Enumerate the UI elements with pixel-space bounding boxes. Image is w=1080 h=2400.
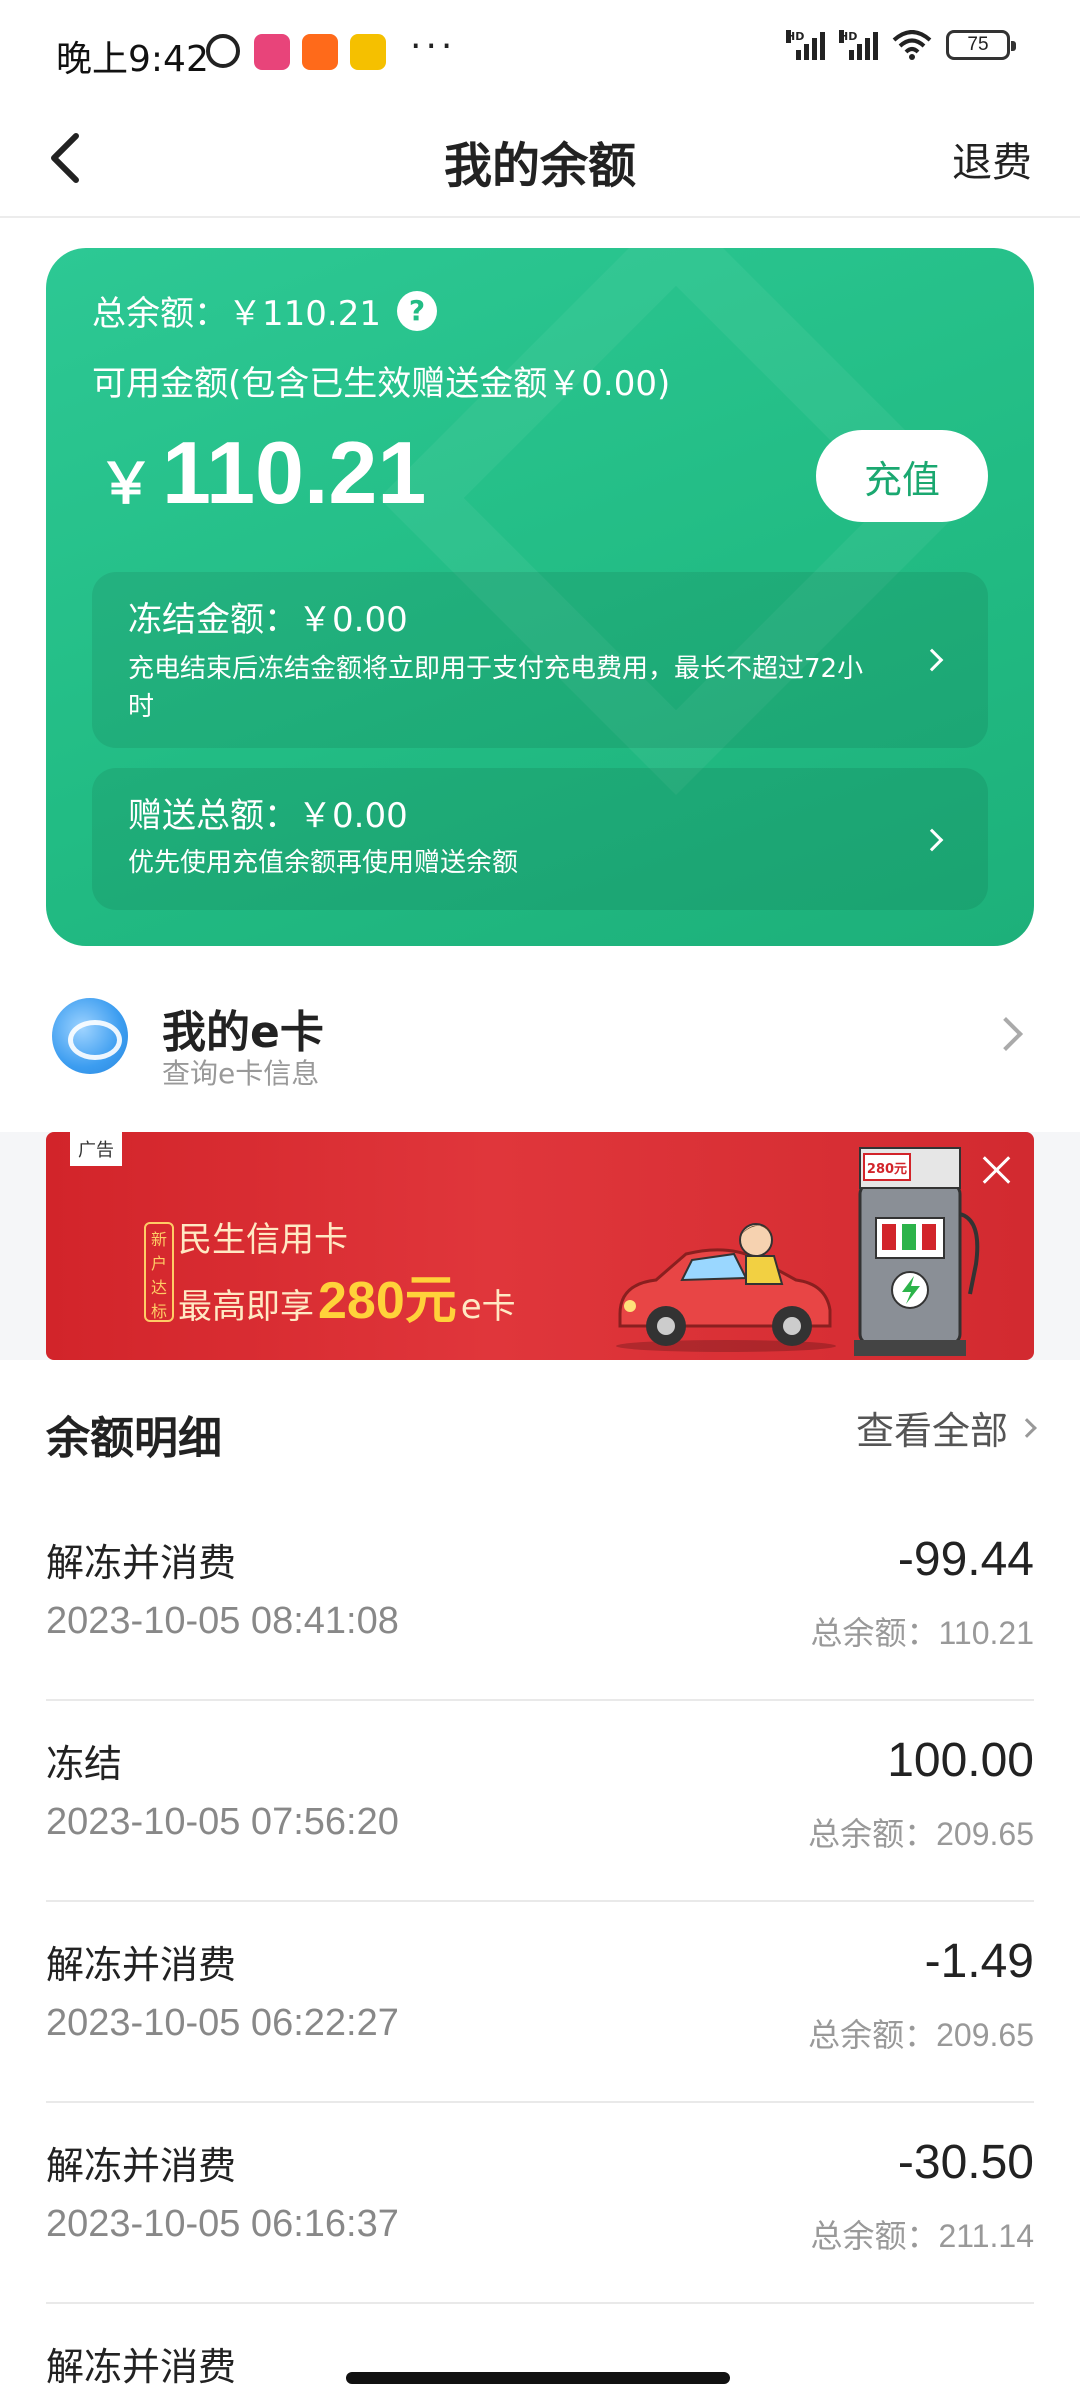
ad-line-2: 最高即享 280元 e卡 xyxy=(178,1258,516,1333)
transaction-list: 解冻并消费 2023-10-05 08:41:08 -99.44 总余额：110… xyxy=(46,1500,1034,2400)
transaction-row[interactable]: 解冻并消费 xyxy=(46,2304,1034,2400)
transaction-type: 冻结 xyxy=(46,1742,123,1786)
weibo-icon xyxy=(350,34,386,70)
ad-banner[interactable]: 广告 新户达标 民生信用卡 最高即享 280元 e卡 280元 xyxy=(46,1132,1034,1360)
app-notification-icon xyxy=(254,34,290,70)
ad-line-2-suffix: e卡 xyxy=(460,1287,516,1327)
my-ecard-row[interactable]: 我的e卡 查询e卡信息 xyxy=(0,978,1080,1130)
frozen-amount-card[interactable]: 冻结金额：￥0.00 充电结束后冻结金额将立即用于支付充电费用，最长不超过72小… xyxy=(92,572,988,748)
pump-label: 280元 xyxy=(867,1162,907,1177)
transaction-balance: 总余额：209.65 xyxy=(808,2016,1034,2054)
battery-icon: 75 xyxy=(946,30,1016,60)
mi-app-icon xyxy=(302,34,338,70)
top-nav-bar: 我的余额 退费 xyxy=(0,100,1080,218)
status-bar: 晚上9:42 ··· HD HD 75 xyxy=(0,0,1080,100)
transaction-row[interactable]: 解冻并消费 2023-10-05 06:22:27 -1.49 总余额：209.… xyxy=(46,1902,1034,2103)
transaction-amount: -30.50 xyxy=(897,2136,1034,2189)
chevron-right-icon xyxy=(989,1017,1023,1051)
ecard-subtitle: 查询e卡信息 xyxy=(162,1057,320,1090)
chevron-right-icon xyxy=(920,648,944,672)
view-all-label: 查看全部 xyxy=(855,1409,1008,1453)
car-illustration-icon xyxy=(606,1214,846,1354)
transaction-balance: 总余额：110.21 xyxy=(810,1614,1034,1652)
ad-line-2-prefix: 最高即享 xyxy=(178,1287,314,1327)
page-title: 我的余额 xyxy=(443,138,636,194)
transaction-type: 解冻并消费 xyxy=(46,1943,237,1987)
available-amount-value: 110.21 xyxy=(162,423,427,522)
transaction-time: 2023-10-05 06:22:27 xyxy=(46,2002,399,2044)
transaction-amount: -1.49 xyxy=(924,1935,1034,1988)
balance-detail-header: 余额明细 查看全部 xyxy=(0,1360,1080,1500)
gift-amount-card[interactable]: 赠送总额：￥0.00 优先使用充值余额再使用赠送余额 xyxy=(92,768,988,910)
view-all-button[interactable]: 查看全部 xyxy=(855,1400,1037,1455)
alarm-icon xyxy=(206,34,240,68)
available-amount-label: 可用金额(包含已生效赠送金额￥0.00) xyxy=(92,364,671,404)
home-indicator[interactable] xyxy=(346,2372,730,2384)
recharge-button[interactable]: 充值 xyxy=(816,430,988,522)
transaction-type: 解冻并消费 xyxy=(46,1541,237,1585)
ad-line-1: 民生信用卡 xyxy=(178,1220,348,1260)
ecard-logo-icon xyxy=(52,998,128,1074)
total-balance-label: 总余额：￥110.21 xyxy=(92,294,381,334)
status-time: 晚上9:42 xyxy=(56,39,209,80)
currency-symbol: ￥ xyxy=(98,452,154,517)
transaction-balance: 总余额：211.14 xyxy=(810,2217,1034,2255)
ad-highlight: 280元 xyxy=(318,1272,457,1330)
gift-amount-title: 赠送总额：￥0.00 xyxy=(128,796,408,836)
transaction-type: 解冻并消费 xyxy=(46,2345,237,2389)
transaction-time: 2023-10-05 06:16:37 xyxy=(46,2203,399,2245)
signal-icon: HD xyxy=(786,30,825,60)
signal-icon-2: HD xyxy=(839,30,878,60)
transaction-type: 解冻并消费 xyxy=(46,2144,237,2188)
chevron-right-icon xyxy=(1017,1417,1037,1438)
wifi-icon xyxy=(892,30,932,60)
chevron-right-icon xyxy=(920,828,944,852)
battery-level: 75 xyxy=(967,34,989,55)
transaction-row[interactable]: 解冻并消费 2023-10-05 08:41:08 -99.44 总余额：110… xyxy=(46,1500,1034,1701)
help-question-icon[interactable]: ? xyxy=(396,290,437,331)
balance-detail-title: 余额明细 xyxy=(46,1413,222,1464)
transaction-time: 2023-10-05 07:56:20 xyxy=(46,1801,399,1843)
transaction-row[interactable]: 冻结 2023-10-05 07:56:20 100.00 总余额：209.65 xyxy=(46,1701,1034,1902)
charging-pump-icon: 280元 xyxy=(836,1144,986,1360)
ad-badge: 新户达标 xyxy=(144,1222,174,1322)
total-balance-row: 总余额：￥110.21 ? xyxy=(92,286,437,335)
ecard-title: 我的e卡 xyxy=(162,1007,324,1058)
more-notifications-icon: ··· xyxy=(410,26,457,67)
gift-amount-desc: 优先使用充值余额再使用赠送余额 xyxy=(128,848,519,878)
transaction-amount: 100.00 xyxy=(887,1734,1034,1787)
transaction-time: 2023-10-05 08:41:08 xyxy=(46,1600,399,1642)
frozen-amount-desc: 充电结束后冻结金额将立即用于支付充电费用，最长不超过72小时 xyxy=(128,654,864,722)
transaction-amount: -99.44 xyxy=(897,1533,1034,1586)
transaction-row[interactable]: 解冻并消费 2023-10-05 06:16:37 -30.50 总余额：211… xyxy=(46,2103,1034,2304)
balance-card: 总余额：￥110.21 ? 可用金额(包含已生效赠送金额￥0.00) ￥ 110… xyxy=(46,248,1034,946)
transaction-balance: 总余额：209.65 xyxy=(808,1815,1034,1853)
frozen-amount-title: 冻结金额：￥0.00 xyxy=(128,600,408,640)
refund-button[interactable]: 退费 xyxy=(952,130,1032,188)
ad-tag: 广告 xyxy=(70,1132,122,1166)
available-amount: ￥ 110.21 xyxy=(98,422,426,524)
ad-section: 广告 新户达标 民生信用卡 最高即享 280元 e卡 280元 xyxy=(0,1132,1080,1360)
